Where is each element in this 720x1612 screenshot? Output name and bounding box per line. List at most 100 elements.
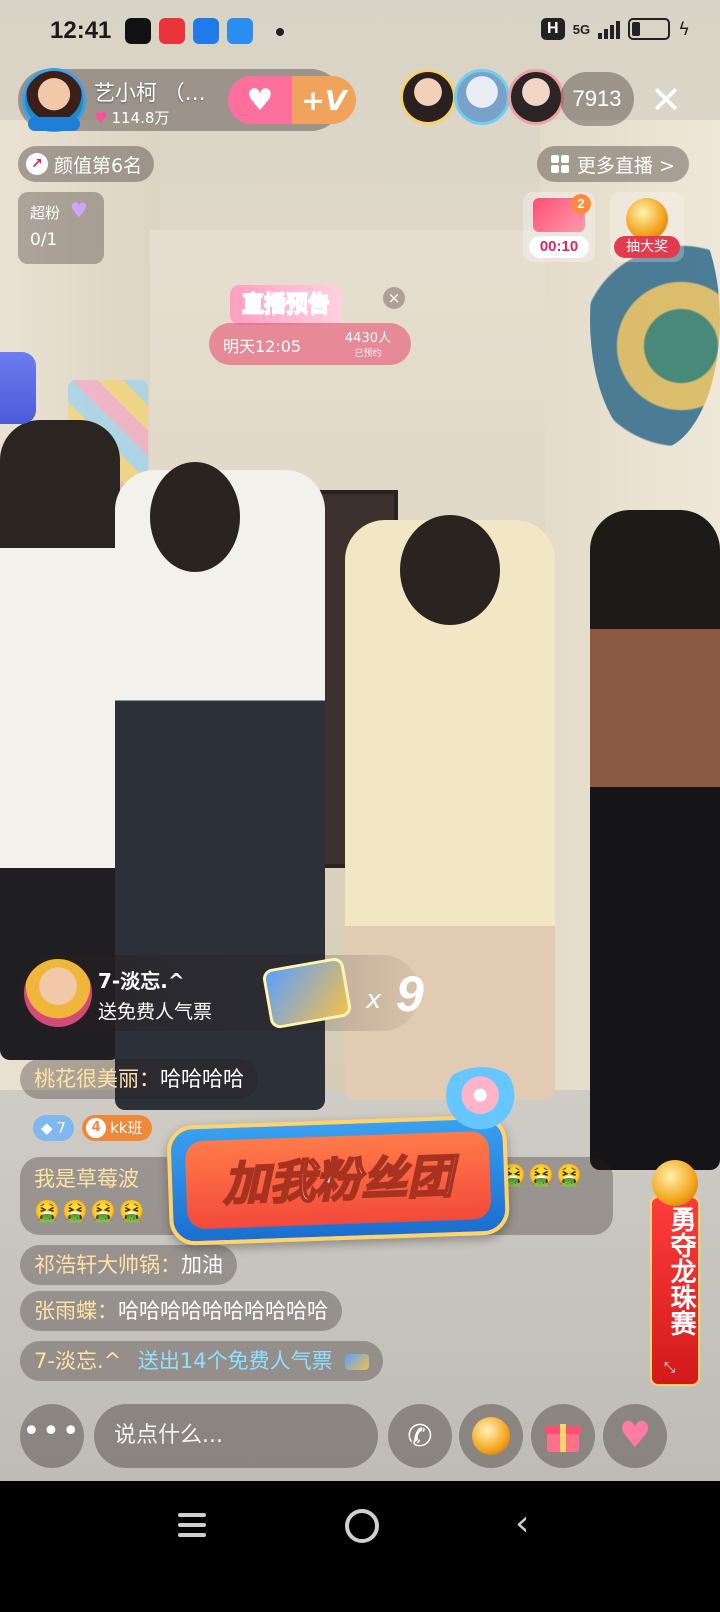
top-viewers[interactable] [400, 69, 565, 129]
coin-button[interactable] [459, 1404, 523, 1468]
side-floating-widget[interactable] [0, 352, 36, 424]
viewer-count[interactable]: 7913 [560, 72, 634, 126]
user-badges: ◆ 7 4 kk班 [33, 1115, 153, 1141]
app-icon [227, 18, 253, 44]
tiktok-icon [125, 18, 151, 44]
viewer-avatar[interactable] [454, 69, 510, 125]
rank-icon: ↗ [26, 153, 48, 175]
grid-icon [551, 155, 569, 173]
preview-count-sub: 已预约 [354, 349, 382, 359]
expand-icon[interactable]: ⤡ [664, 1360, 675, 1376]
popularity-ticket-icon [345, 1354, 370, 1370]
chat-username[interactable]: 我是草莓波 [34, 1163, 139, 1193]
lottery-orb-icon [626, 198, 668, 240]
superfan-widget[interactable]: 超粉 ♥ 0/1 [18, 192, 104, 264]
chat-text: 送出14个免费人气票 [137, 1349, 333, 1373]
gift-timer-widget[interactable]: 2 00:10 [523, 192, 595, 262]
fan-heart-button[interactable]: ♥ [603, 1404, 667, 1468]
gift-sender-name: 7-淡忘.^ [98, 969, 185, 993]
lottery-button[interactable]: 抽大奖 [610, 192, 684, 262]
fan-club-inner: 加我粉丝团 [184, 1130, 492, 1230]
network-label: 5G [572, 21, 591, 37]
rank-badge[interactable]: ↗ 颜值第6名 [18, 146, 155, 182]
gift-description: 送免费人气票 [98, 1001, 213, 1023]
chat-username[interactable]: 7-淡忘.^ [34, 1349, 121, 1373]
club-name: kk班 [110, 1119, 143, 1137]
gift-notification[interactable]: 7-淡忘.^ 送免费人气票 x 9 [20, 955, 424, 1031]
chat-message[interactable]: 7-淡忘.^ 送出14个免费人气票 [20, 1341, 384, 1381]
gift-count: 9 [396, 966, 424, 1022]
chat-message[interactable]: 张雨蝶：哈哈哈哈哈哈哈哈哈哈 [20, 1291, 342, 1331]
level-badge: ◆ 7 [33, 1115, 75, 1141]
more-live-button[interactable]: 更多直播 > [537, 146, 689, 182]
ufo-icon [434, 1065, 527, 1139]
status-time: 12:41 [50, 17, 112, 44]
chat-emoji: 🤮🤮🤮🤮 [34, 1199, 147, 1223]
preview-close-icon[interactable]: × [383, 287, 405, 309]
chat-username[interactable]: 桃花很美丽： [34, 1067, 160, 1091]
menu-icon[interactable] [178, 1513, 206, 1537]
charging-icon: ϟ [678, 18, 690, 40]
heart-plus-icon: ♥ [618, 1415, 652, 1456]
dot-icon [276, 28, 284, 36]
chat-message[interactable]: 桃花很美丽：哈哈哈哈 [20, 1059, 258, 1099]
popularity-ticket-icon [261, 956, 353, 1030]
host-likes: ♥ 114.8万 [94, 107, 169, 128]
voice-call-button[interactable]: ✆ [388, 1404, 452, 1468]
chat-input[interactable]: 说点什么... [94, 1404, 378, 1468]
rank-label: 颜值第6名 [54, 154, 143, 177]
more-options-button[interactable]: ••• [20, 1404, 84, 1468]
host-card[interactable]: 艺小柯 （… ♥ 114.8万 ♥ +V [18, 68, 356, 132]
close-icon[interactable]: ✕ [646, 80, 686, 120]
dragon-ball-race-widget[interactable]: 勇夺龙珠赛 ⤡ [650, 1160, 700, 1390]
fan-club-label: 加我粉丝团 [221, 1148, 455, 1212]
chat-text: 哈哈哈哈哈哈哈哈哈哈 [118, 1299, 328, 1323]
battery-icon [628, 18, 671, 40]
gift-sender-avatar[interactable] [24, 959, 92, 1027]
gift-timer-time: 00:10 [529, 236, 589, 258]
video-icon [159, 18, 185, 44]
phone-icon: ✆ [407, 1418, 433, 1454]
gift-multiplier: x [366, 985, 382, 1015]
fan-club-frame: 加我粉丝团 [166, 1114, 511, 1247]
h-icon: H [540, 18, 565, 40]
viewer-avatar[interactable] [508, 69, 564, 125]
race-label: 勇夺龙珠赛 [666, 1206, 696, 1336]
person-center-right-head [400, 515, 500, 625]
chat-username[interactable]: 张雨蝶： [34, 1299, 118, 1323]
join-fan-club-banner[interactable]: 加我粉丝团 [165, 1065, 527, 1258]
superfan-heart-icon: ♥ [70, 198, 88, 222]
host-name[interactable]: 艺小柯 （… [94, 77, 206, 107]
club-level: 4 [86, 1118, 107, 1138]
gift-button[interactable] [531, 1404, 595, 1468]
status-bar: 12:41 H 5G ϟ [0, 0, 720, 64]
diamond-icon: ◆ [41, 1119, 53, 1137]
person-right [590, 510, 720, 1170]
avatar-badge [28, 117, 80, 131]
level-value: 7 [56, 1119, 67, 1137]
race-banner: 勇夺龙珠赛 ⤡ [650, 1196, 700, 1386]
gift-icon [545, 1420, 581, 1452]
superfan-value: 0/1 [30, 230, 58, 250]
heart-icon: ♥ [94, 108, 108, 127]
live-preview-card[interactable]: 直播预告 × 明天12:05 4430人 已预约 [205, 285, 415, 369]
preview-count: 4430人 已预约 [345, 327, 391, 359]
chat-text: 哈哈哈哈 [160, 1067, 244, 1091]
viewer-avatar[interactable] [400, 69, 456, 125]
club-badge: 4 kk班 [82, 1115, 153, 1141]
superfan-label: 超粉 [30, 204, 61, 222]
browser-icon [193, 18, 219, 44]
follow-button[interactable]: ♥ +V [228, 76, 356, 124]
more-live-label: 更多直播 > [577, 154, 675, 177]
preview-body[interactable]: 明天12:05 4430人 已预约 [209, 323, 411, 365]
home-icon[interactable] [345, 1509, 379, 1543]
heart-plus-icon[interactable]: ♥ [228, 76, 292, 124]
chat-username[interactable]: 祁浩轩大帅锅： [34, 1253, 181, 1277]
system-nav-bar: ‹ [0, 1481, 720, 1612]
person-center-left-head [150, 462, 240, 572]
plus-v-icon[interactable]: +V [292, 76, 356, 124]
preview-count-value: 4430人 [344, 331, 391, 346]
host-likes-count: 114.8万 [111, 109, 170, 127]
back-icon[interactable]: ‹ [515, 1503, 529, 1544]
preview-title: 直播预告 [230, 285, 343, 325]
